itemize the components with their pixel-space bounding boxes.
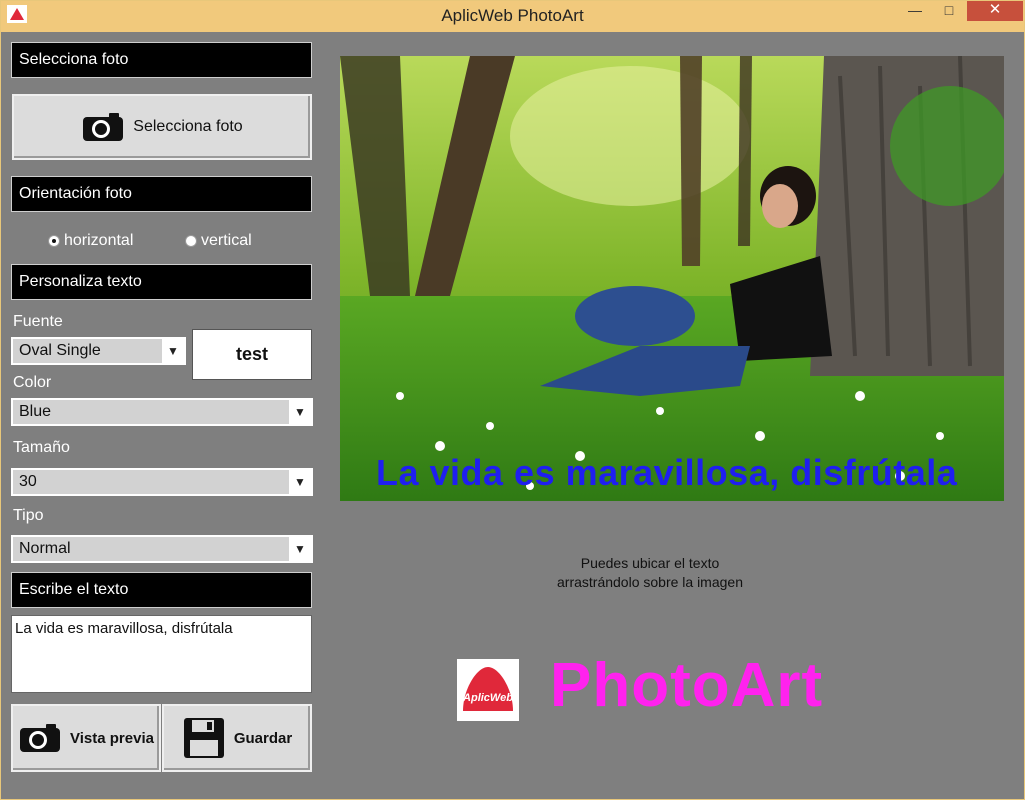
maximize-button[interactable]: □ <box>933 1 965 21</box>
drag-hint-line-1: Puedes ubicar el texto <box>580 555 720 571</box>
radio-horizontal[interactable]: horizontal <box>48 232 133 250</box>
chevron-down-icon: ▼ <box>289 400 311 424</box>
section-header-select-photo: Selecciona foto <box>11 42 312 78</box>
save-button-label: Guardar <box>233 729 293 747</box>
chevron-down-icon: ▼ <box>289 470 311 494</box>
aplicweb-logo-text: AplicWeb <box>462 692 513 704</box>
app-window: AplicWeb PhotoArt — □ ✕ Selecciona foto … <box>0 0 1025 800</box>
font-select-value: Oval Single <box>19 342 101 359</box>
preview-button[interactable]: Vista previa <box>11 704 161 772</box>
camera-icon <box>83 113 124 141</box>
section-header-text: Personaliza texto <box>11 264 312 300</box>
floppy-disk-icon <box>183 718 224 758</box>
type-select-value: Normal <box>19 540 71 557</box>
photoart-logo-text: PhotoArt <box>550 651 824 720</box>
section-header-orientation: Orientación foto <box>11 176 312 212</box>
save-button[interactable]: Guardar <box>162 704 312 772</box>
text-input[interactable]: La vida es maravillosa, disfrútala <box>11 615 312 693</box>
drag-hint: Puedes ubicar el texto arrastrándolo sob… <box>500 554 800 592</box>
type-label: Tipo <box>13 507 44 524</box>
minimize-button[interactable]: — <box>899 1 931 21</box>
size-select-value: 30 <box>19 473 37 490</box>
drag-hint-line-2: arrastrándolo sobre la imagen <box>557 574 743 590</box>
title-bar: AplicWeb PhotoArt — □ ✕ <box>1 1 1024 32</box>
preview-button-label: Vista previa <box>70 729 154 747</box>
radio-unchecked-icon <box>185 235 197 247</box>
photo-caption-text[interactable]: La vida es maravillosa, disfrútala <box>376 452 957 494</box>
type-select[interactable]: Normal ▼ <box>11 535 313 563</box>
chevron-down-icon: ▼ <box>162 339 184 363</box>
size-label: Tamaño <box>13 439 70 456</box>
select-photo-button-label: Selecciona foto <box>133 118 243 135</box>
font-label: Fuente <box>13 313 63 330</box>
font-select[interactable]: Oval Single ▼ <box>11 337 186 365</box>
radio-vertical-label: vertical <box>201 232 252 249</box>
color-label: Color <box>13 374 52 391</box>
window-title: AplicWeb PhotoArt <box>441 6 584 25</box>
radio-horizontal-label: horizontal <box>64 232 134 249</box>
camera-icon <box>20 724 61 752</box>
select-photo-button[interactable]: Selecciona foto <box>12 94 312 160</box>
size-select[interactable]: 30 ▼ <box>11 468 313 496</box>
aplicweb-logo-icon: AplicWeb <box>462 667 513 711</box>
radio-checked-icon <box>48 235 60 247</box>
font-preview: test <box>192 329 312 380</box>
section-header-write-text: Escribe el texto <box>11 572 312 608</box>
close-button[interactable]: ✕ <box>967 1 1023 21</box>
color-select[interactable]: Blue ▼ <box>11 398 313 426</box>
radio-vertical[interactable]: vertical <box>185 232 252 250</box>
chevron-down-icon: ▼ <box>289 537 311 561</box>
main-content: Selecciona foto Selecciona foto Orientac… <box>2 32 1023 798</box>
aplicweb-logo: AplicWeb <box>457 659 519 721</box>
color-select-value: Blue <box>19 403 52 420</box>
photo-preview[interactable] <box>340 56 1004 501</box>
